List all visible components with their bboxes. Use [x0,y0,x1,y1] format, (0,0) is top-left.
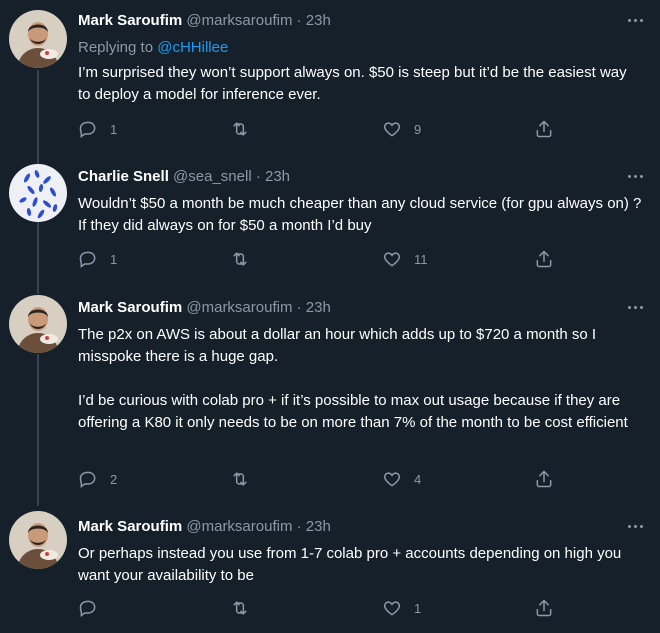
reply-count: 1 [110,121,118,137]
reply-button[interactable] [78,597,110,619]
heart-icon [383,601,401,616]
tweet-header: Mark Saroufim @marksaroufim · 23h [78,297,642,319]
reply-icon [79,121,96,138]
avatar-mark-saroufim[interactable] [9,295,67,353]
tweet[interactable]: Mark Saroufim @marksaroufim · 23h Replyi… [0,0,660,160]
separator-dot: · [296,299,302,316]
author-name[interactable]: Mark Saroufim [78,12,182,29]
retweet-icon [233,122,247,136]
reply-button[interactable]: 1 [78,248,117,270]
more-options-button[interactable] [626,172,646,182]
avatar-mark-saroufim[interactable] [9,511,67,569]
author-name[interactable]: Charlie Snell [78,168,169,185]
tweet-actions: 1 [78,597,558,619]
replying-to-label: Replying to [78,39,158,56]
retweet-button[interactable] [230,118,262,140]
heart-icon [383,252,401,267]
replying-to-handle-link[interactable]: @cHHillee [157,39,228,56]
heart-icon [383,472,401,487]
separator-dot: · [296,12,302,29]
like-count: 9 [414,121,422,137]
retweet-icon [233,252,247,266]
author-handle[interactable]: @marksaroufim [186,518,292,535]
like-button[interactable]: 1 [382,597,421,619]
like-count: 4 [414,471,422,487]
tweet-text: The p2x on AWS is about a dollar an hour… [78,326,628,431]
tweet-text: Or perhaps instead you use from 1-7 cola… [78,545,626,584]
like-button[interactable]: 4 [382,468,421,490]
timestamp[interactable]: 23h [265,168,290,185]
more-options-button[interactable] [626,16,646,26]
tweet-actions: 1 9 [78,118,558,140]
tweet[interactable]: Mark Saroufim @marksaroufim · 23h Or per… [0,500,660,633]
tweet-actions: 2 4 [78,468,558,490]
share-icon [536,250,552,268]
tweet[interactable]: Charlie Snell @sea_snell · 23h Wouldn’t … [0,160,660,288]
like-button[interactable]: 11 [382,248,428,270]
author-handle[interactable]: @marksaroufim [186,12,292,29]
retweet-icon [233,472,247,486]
separator-dot: · [255,168,261,185]
like-count: 11 [414,251,428,267]
reply-icon [79,600,96,617]
tweet-text: I’m surprised they won’t support always … [78,64,631,103]
share-button[interactable] [534,468,554,490]
author-handle[interactable]: @marksaroufim [186,299,292,316]
timestamp[interactable]: 23h [306,12,331,29]
reply-icon [79,471,96,488]
retweet-button[interactable] [230,597,262,619]
timestamp[interactable]: 23h [306,299,331,316]
avatar-charlie-snell[interactable] [9,164,67,222]
reply-button[interactable]: 2 [78,468,117,490]
avatar-mark-saroufim[interactable] [9,10,67,68]
tweet-header: Mark Saroufim @marksaroufim · 23h [78,10,642,32]
tweet-actions: 1 11 [78,248,558,270]
share-icon [536,120,552,138]
author-name[interactable]: Mark Saroufim [78,518,182,535]
more-options-button[interactable] [626,303,646,313]
reply-count: 1 [110,251,118,267]
author-handle[interactable]: @sea_snell [173,168,252,185]
tweet-header: Charlie Snell @sea_snell · 23h [78,166,642,188]
tweet-header: Mark Saroufim @marksaroufim · 23h [78,516,642,538]
timestamp[interactable]: 23h [306,518,331,535]
tweet[interactable]: Mark Saroufim @marksaroufim · 23h The p2… [0,288,660,500]
share-button[interactable] [534,597,554,619]
more-options-button[interactable] [626,522,646,532]
separator-dot: · [296,518,302,535]
retweet-button[interactable] [230,468,262,490]
like-count: 1 [414,600,422,616]
reply-count: 2 [110,471,118,487]
reply-icon [79,251,96,268]
like-button[interactable]: 9 [382,118,421,140]
replying-to: Replying to @cHHillee [78,37,642,59]
retweet-icon [233,601,247,615]
share-button[interactable] [534,118,554,140]
reply-button[interactable]: 1 [78,118,117,140]
share-icon [536,599,552,617]
share-button[interactable] [534,248,554,270]
heart-icon [383,122,401,137]
retweet-button[interactable] [230,248,262,270]
author-name[interactable]: Mark Saroufim [78,299,182,316]
tweet-text: Wouldn’t $50 a month be much cheaper tha… [78,195,646,234]
share-icon [536,470,552,488]
